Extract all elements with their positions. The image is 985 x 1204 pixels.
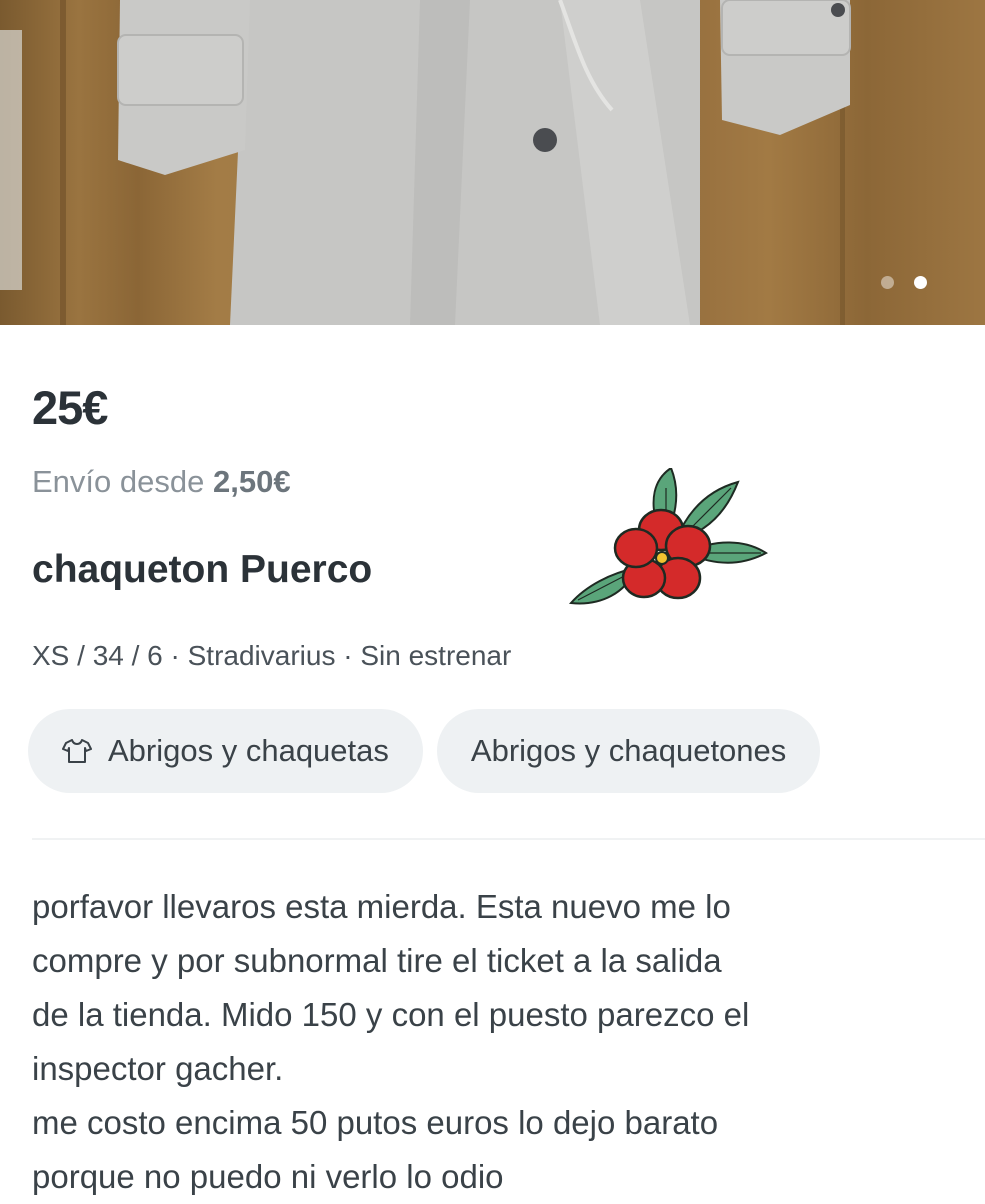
description-line: porque no puedo ni verlo lo odio (32, 1158, 504, 1195)
gallery-dot[interactable] (881, 276, 894, 289)
gallery-dot-active[interactable] (914, 276, 927, 289)
category-chips: Abrigos y chaquetas Abrigos y chaquetone… (28, 709, 821, 793)
shipping-info: Envío desde 2,50€ (32, 464, 291, 500)
category-chip-primary[interactable]: Abrigos y chaquetas (28, 709, 423, 793)
category-chip-label: Abrigos y chaquetones (470, 733, 787, 768)
flower-sticker (568, 468, 768, 605)
price: 25€ (32, 381, 108, 434)
shipping-label: Envío desde (32, 464, 205, 499)
coat-image (0, 0, 851, 325)
category-chip-secondary[interactable]: Abrigos y chaquetones (436, 709, 821, 793)
description-line: inspector gacher. (32, 1050, 284, 1087)
description-line: de la tienda. Mido 150 y con el puesto p… (32, 996, 750, 1033)
product-photo[interactable] (0, 0, 985, 325)
item-details: XS / 34 / 6 · Stradivarius · Sin estrena… (32, 640, 512, 671)
tshirt-icon (62, 738, 92, 764)
description: porfavor llevaros esta mierda. Esta nuev… (32, 880, 962, 1204)
description-line: me costo encima 50 putos euros lo dejo b… (32, 1104, 719, 1141)
category-chip-label: Abrigos y chaquetas (108, 733, 389, 768)
divider (32, 838, 985, 840)
shipping-price: 2,50€ (212, 464, 291, 499)
description-line: compre y por subnormal tire el ticket a … (32, 942, 722, 979)
description-line: porfavor llevaros esta mierda. Esta nuev… (32, 888, 731, 925)
gallery-dots[interactable] (881, 276, 927, 289)
listing-title: chaqueton Puerco (32, 548, 373, 591)
